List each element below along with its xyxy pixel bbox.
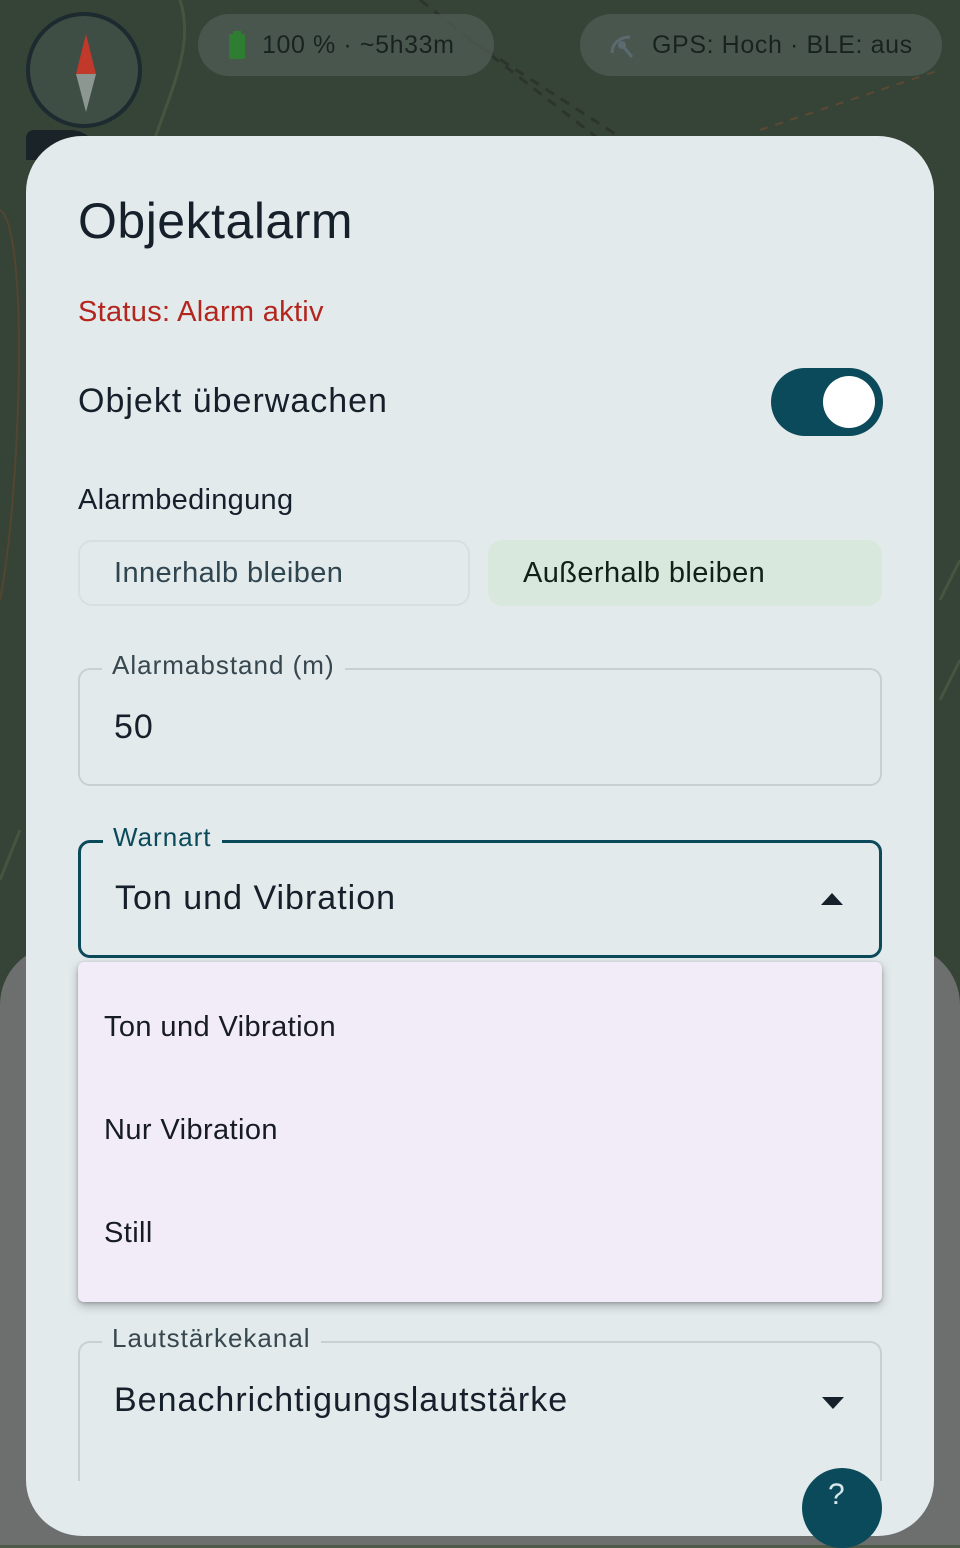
help-button[interactable]: ? bbox=[802, 1468, 882, 1548]
volume-channel-label: Lautstärkekanal bbox=[102, 1323, 321, 1354]
condition-inside-button[interactable]: Innerhalb bleiben bbox=[78, 540, 470, 606]
battery-status-pill: 100 % · ~5h33m bbox=[198, 14, 494, 76]
compass-icon bbox=[76, 34, 96, 112]
menu-item-vibration-only[interactable]: Nur Vibration bbox=[78, 1080, 882, 1180]
condition-outside-label: Außerhalb bleiben bbox=[523, 556, 766, 589]
warn-type-dropdown-menu: Ton und Vibration Nur Vibration Still bbox=[78, 962, 882, 1302]
toggle-knob bbox=[823, 376, 875, 428]
warn-type-select[interactable]: Warnart Ton und Vibration bbox=[78, 822, 882, 958]
alarm-status-text: Status: Alarm aktiv bbox=[78, 296, 324, 328]
satellite-icon bbox=[608, 31, 636, 59]
battery-icon bbox=[228, 31, 246, 59]
help-icon: ? bbox=[828, 1478, 845, 1511]
object-alarm-dialog: Objektalarm Status: Alarm aktiv Objekt ü… bbox=[26, 136, 934, 1548]
warn-type-value: Ton und Vibration bbox=[115, 879, 397, 917]
gps-text: GPS: Hoch · BLE: aus bbox=[652, 30, 913, 59]
dialog-title: Objektalarm bbox=[78, 193, 354, 249]
chevron-down-icon bbox=[822, 1397, 844, 1409]
monitor-object-label: Objekt überwachen bbox=[78, 382, 388, 420]
volume-channel-value: Benachrichtigungslautstärke bbox=[114, 1381, 569, 1419]
alarm-condition-label: Alarmbedingung bbox=[78, 484, 294, 516]
alarm-distance-value[interactable]: 50 bbox=[114, 708, 154, 747]
monitor-object-toggle[interactable] bbox=[771, 368, 883, 436]
condition-inside-label: Innerhalb bleiben bbox=[114, 556, 344, 589]
volume-channel-select[interactable]: Lautstärkekanal Benachrichtigungslautstä… bbox=[78, 1323, 882, 1481]
chevron-up-icon bbox=[821, 893, 843, 905]
battery-text: 100 % · ~5h33m bbox=[262, 30, 455, 59]
condition-outside-button[interactable]: Außerhalb bleiben bbox=[488, 540, 882, 606]
alarm-distance-field[interactable]: Alarmabstand (m) 50 bbox=[78, 650, 882, 786]
warn-type-label: Warnart bbox=[103, 822, 222, 853]
alarm-distance-label: Alarmabstand (m) bbox=[102, 650, 345, 681]
menu-item-silent[interactable]: Still bbox=[78, 1183, 882, 1283]
gps-status-pill: GPS: Hoch · BLE: aus bbox=[580, 14, 942, 76]
compass-button[interactable] bbox=[26, 12, 142, 128]
menu-item-sound-and-vibration[interactable]: Ton und Vibration bbox=[78, 977, 882, 1077]
